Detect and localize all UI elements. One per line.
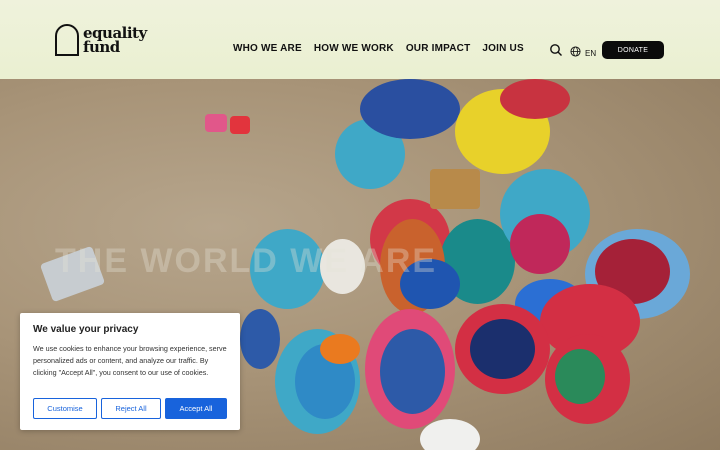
person-orange-wrap — [320, 334, 360, 364]
person-red-cloth — [500, 79, 570, 119]
main-nav: WHO WE ARE HOW WE WORK OUR IMPACT JOIN U… — [233, 43, 524, 54]
logo-arch-icon — [55, 24, 79, 56]
person-blue-cloth — [360, 79, 460, 139]
language-label: EN — [585, 48, 597, 58]
person-white-bottom — [420, 419, 480, 450]
equality-fund-logo[interactable]: equality fund — [55, 22, 155, 58]
cookie-description: We use cookies to enhance your browsing … — [33, 344, 227, 377]
customise-button[interactable]: Customise — [33, 398, 97, 419]
logo-text: equality fund — [83, 24, 147, 56]
person-blue-plaid-2 — [380, 329, 445, 414]
person-blue-side — [240, 309, 280, 369]
nav-our-impact[interactable]: OUR IMPACT — [406, 43, 471, 54]
red-bag — [230, 116, 250, 134]
wooden-stool — [430, 169, 480, 209]
search-icon[interactable] — [549, 43, 563, 57]
nav-join-us[interactable]: JOIN US — [482, 43, 523, 54]
person-navy-cloth — [470, 319, 535, 379]
globe-icon — [570, 44, 581, 62]
nav-how-we-work[interactable]: HOW WE WORK — [314, 43, 394, 54]
language-selector[interactable]: EN — [570, 44, 596, 62]
hero-overlay-text: THE WORLD WE ARE — [55, 242, 438, 280]
site-header: equality fund WHO WE ARE HOW WE WORK OUR… — [0, 0, 720, 79]
cookie-consent-panel: We value your privacy We use cookies to … — [20, 313, 240, 430]
accept-all-button[interactable]: Accept All — [165, 398, 227, 419]
pink-bag — [205, 114, 227, 132]
reject-all-button[interactable]: Reject All — [101, 398, 161, 419]
person-checked-cloth — [510, 214, 570, 274]
cookie-title: We value your privacy — [33, 324, 139, 335]
person-green-cloth — [555, 349, 605, 404]
nav-who-we-are[interactable]: WHO WE ARE — [233, 43, 302, 54]
donate-button[interactable]: DONATE — [602, 41, 664, 59]
